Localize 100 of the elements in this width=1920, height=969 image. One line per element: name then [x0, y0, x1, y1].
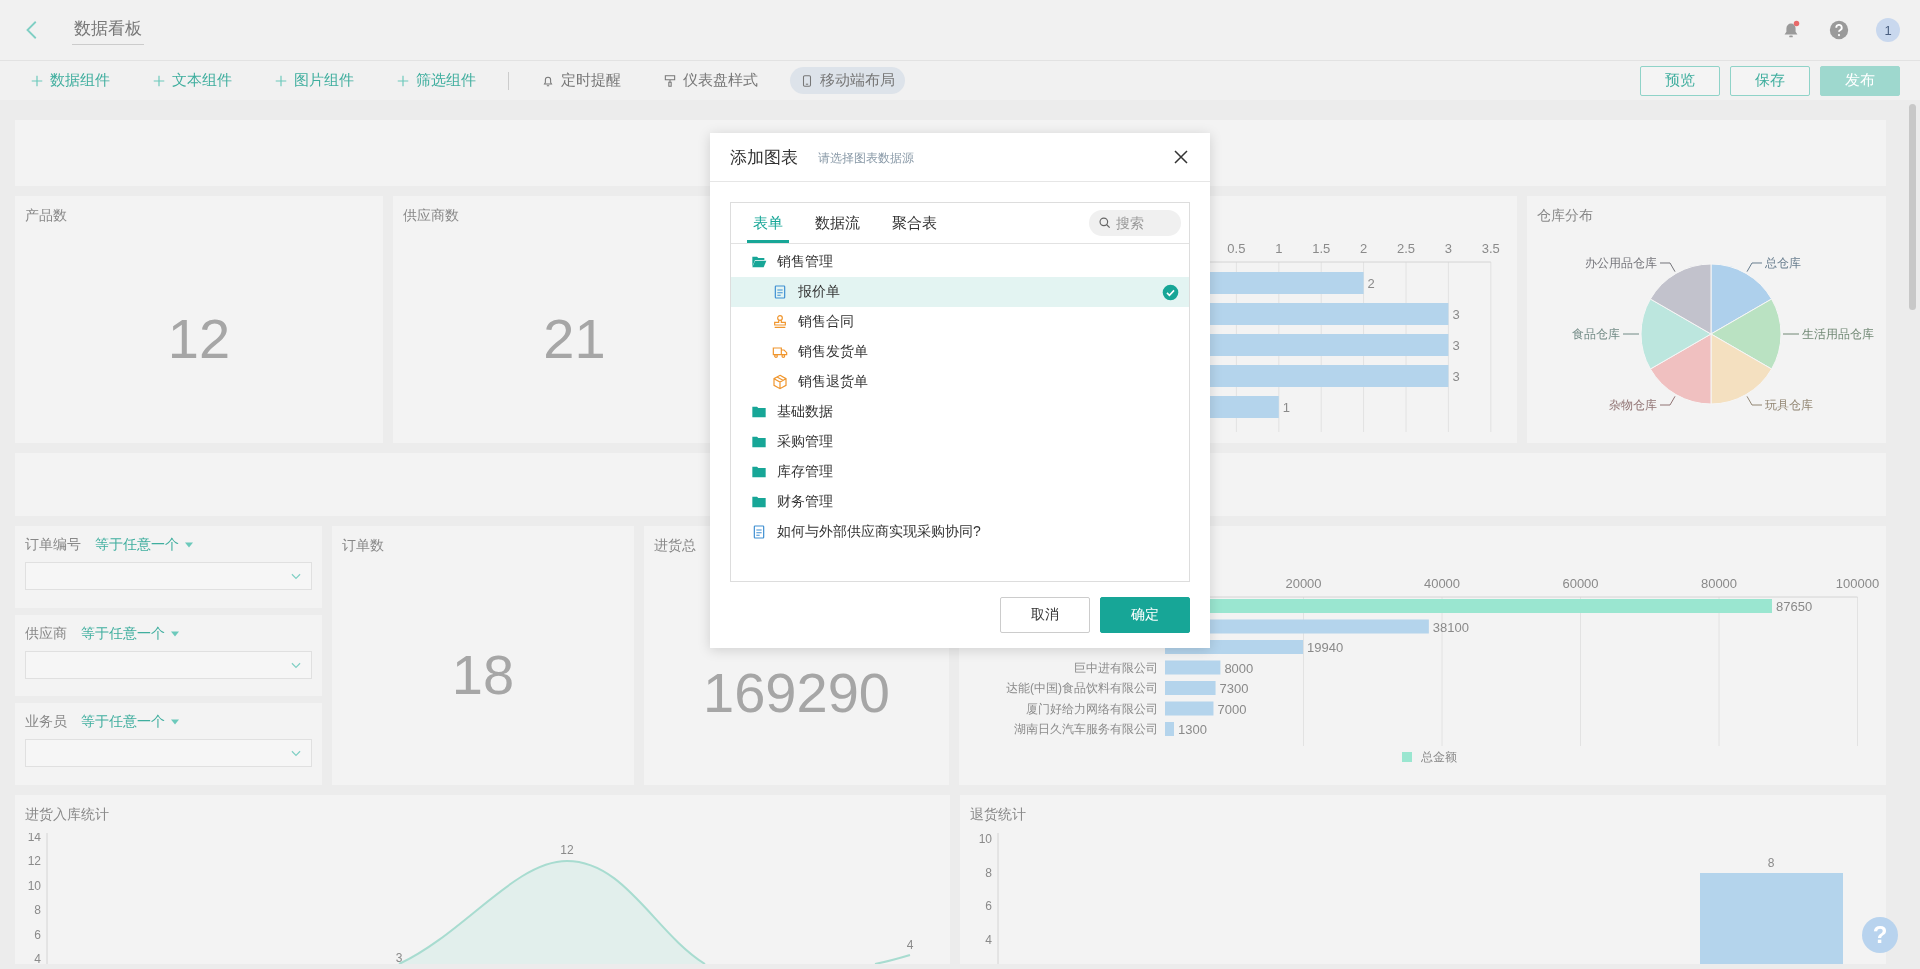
form-item[interactable]: 销售退货单 [731, 367, 1189, 397]
source-tab[interactable]: 数据流 [809, 203, 866, 243]
category-label: 湖南日久汽车服务有限公司 [1014, 722, 1158, 736]
category-label: 厦门好给力网络有限公司 [1026, 701, 1158, 716]
card-title: 仓库分布 [1536, 206, 1594, 225]
scrollbar-thumb[interactable] [1909, 104, 1916, 310]
dashboard-style-button[interactable]: 仪表盘样式 [653, 67, 768, 94]
check-circle-icon [1162, 283, 1179, 301]
axis-tick-label: 3.5 [1481, 241, 1500, 256]
pie-label: 玩具仓库 [1765, 398, 1813, 412]
data-label: 3 [1452, 338, 1460, 353]
operator-dropdown[interactable]: 等于任意一个 [95, 536, 195, 554]
add-component-button[interactable]: 筛选组件 [386, 67, 486, 94]
axis-tick-label: 10 [978, 833, 992, 846]
confirm-button[interactable]: 确定 [1100, 597, 1190, 633]
search-field[interactable]: 搜索 [1089, 210, 1181, 236]
item-label: 报价单 [798, 283, 840, 301]
line-curve-drawing [874, 954, 911, 964]
category-label: 达能(中国)食品饮料有限公司 [1006, 681, 1158, 695]
axis-tick-label: 8 [985, 865, 992, 880]
card-title: 退货统计 [969, 805, 1027, 824]
stat-value: 18 [451, 642, 515, 707]
axis-tick-label: 100000 [1835, 576, 1880, 591]
brush-icon [663, 73, 677, 88]
pie-label: 办公用品仓库 [1585, 256, 1657, 270]
axis-tick-label: 20000 [1285, 576, 1322, 591]
source-tab[interactable]: 聚合表 [886, 203, 943, 243]
user-avatar[interactable]: 1 [1876, 18, 1900, 42]
axis-tick-label: 4 [34, 952, 41, 964]
data-label: 2 [1367, 276, 1375, 291]
legend-swatch [1402, 752, 1412, 762]
form-item[interactable]: 销售发货单 [731, 337, 1189, 367]
mobile-layout-button[interactable]: 移动端布局 [790, 67, 905, 94]
pie-label: 食品仓库 [1572, 327, 1620, 341]
add-component-button[interactable]: 数据组件 [20, 67, 120, 94]
pie-label: 生活用品仓库 [1802, 327, 1874, 341]
folder-item[interactable]: 基础数据 [731, 397, 1189, 427]
bar [1165, 722, 1174, 736]
plus-icon [30, 73, 44, 88]
axis-tick-label: 4 [985, 933, 992, 948]
folder-item[interactable]: 采购管理 [731, 427, 1189, 457]
filter-label: 订单编号 [25, 536, 81, 554]
item-label: 销售管理 [777, 253, 833, 271]
dropdown-field[interactable] [25, 739, 312, 768]
axis-tick-label: 0.5 [1227, 241, 1246, 256]
folder-item[interactable]: 财务管理 [731, 487, 1189, 517]
add-component-button[interactable]: 图片组件 [264, 67, 364, 94]
item-label: 基础数据 [777, 403, 833, 421]
bar [1165, 701, 1214, 716]
form-item[interactable]: 如何与外部供应商实现采购协同? [731, 517, 1189, 547]
stamp-icon [772, 314, 788, 330]
folder-icon [751, 254, 767, 270]
data-label: 1 [1282, 400, 1291, 415]
form-item[interactable]: 销售合同 [731, 307, 1189, 337]
box-icon [772, 374, 788, 390]
plus-icon [152, 73, 166, 88]
close-icon[interactable] [1172, 148, 1190, 166]
toolbar-button[interactable]: 预览 [1640, 65, 1720, 96]
help-icon[interactable] [1828, 19, 1850, 41]
source-tab[interactable]: 表单 [747, 203, 789, 243]
phone-icon [800, 73, 814, 88]
dashboard-title[interactable]: 数据看板 [72, 15, 144, 45]
data-label: 7300 [1219, 681, 1249, 696]
data-label: 8000 [1224, 660, 1254, 676]
form-item[interactable]: 报价单 [731, 277, 1189, 307]
axis-tick-label: 6 [985, 899, 992, 914]
add-component-button[interactable]: 文本组件 [142, 67, 242, 94]
folder-icon [751, 434, 767, 450]
card-title: 进货入库统计 [24, 805, 110, 824]
operator-dropdown[interactable]: 等于任意一个 [81, 624, 181, 643]
data-label: 7000 [1217, 701, 1247, 717]
axis-tick-label: 3 [1444, 241, 1452, 256]
folder-item[interactable]: 销售管理 [731, 247, 1189, 277]
data-label: 4 [906, 938, 914, 952]
dialog-subtitle: 请选择图表数据源 [818, 150, 914, 167]
dropdown-field[interactable] [25, 562, 312, 590]
card-title: 供应商数 [402, 206, 460, 225]
item-label: 销售退货单 [798, 373, 868, 391]
dropdown-field[interactable] [25, 650, 312, 679]
leader-line [1746, 395, 1763, 406]
stat-value: 169290 [703, 660, 890, 725]
card-title: 进货总 [653, 536, 697, 555]
folder-item[interactable]: 库存管理 [731, 457, 1189, 487]
item-label: 库存管理 [777, 463, 833, 481]
cancel-button[interactable]: 取消 [1000, 597, 1090, 633]
folder-icon [751, 404, 767, 420]
toolbar-button[interactable]: 保存 [1730, 65, 1810, 96]
pie-label: 杂物仓库 [1609, 398, 1657, 412]
reminder-button[interactable]: 定时提醒 [531, 67, 631, 94]
axis-tick-label: 40000 [1423, 576, 1461, 591]
operator-dropdown[interactable]: 等于任意一个 [81, 713, 181, 732]
pie-label: 总仓库 [1765, 256, 1801, 270]
bar [1165, 681, 1216, 695]
data-label: 87650 [1776, 599, 1813, 614]
plus-icon [274, 73, 288, 88]
axis-tick-label: 80000 [1700, 576, 1738, 591]
item-label: 销售发货单 [798, 343, 868, 361]
axis-tick-label: 2 [1360, 241, 1368, 256]
data-label: 38100 [1432, 619, 1469, 635]
bar [1165, 660, 1221, 675]
